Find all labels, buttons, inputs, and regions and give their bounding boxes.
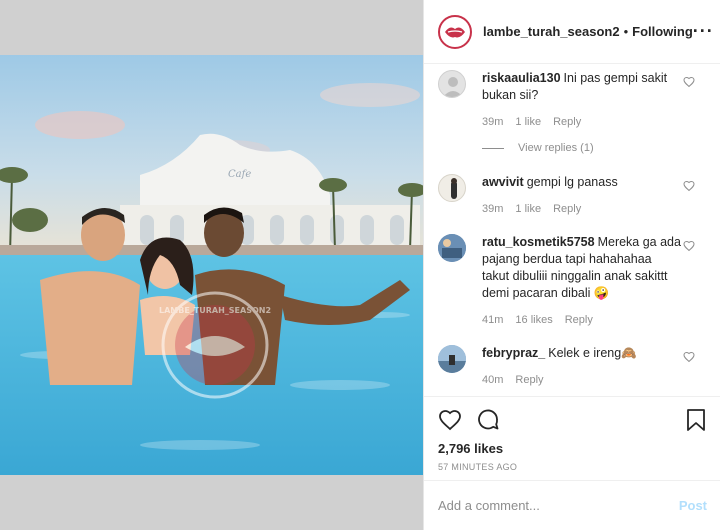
post-timestamp[interactable]: 57 MINUTES AGO [438, 462, 707, 472]
post-sidebar: lambe_turah_season2 • Following ··· risk… [423, 0, 720, 530]
reply-thread-line [482, 147, 504, 149]
comment-like-heart-icon[interactable] [683, 351, 695, 363]
follow-status-button[interactable]: Following [632, 24, 693, 39]
comment-time[interactable]: 40m [482, 372, 503, 389]
action-icon-row [438, 407, 707, 433]
post-comment-button[interactable]: Post [679, 498, 707, 513]
comment-body: febrypraz_ Kelek e ireng🙈 40m Reply [482, 345, 682, 389]
user-photo-icon [451, 178, 457, 199]
comment-icon[interactable] [476, 408, 500, 432]
reply-button[interactable]: Reply [565, 312, 593, 329]
comment-username[interactable]: febrypraz_ [482, 346, 545, 360]
commenter-avatar[interactable] [438, 345, 466, 373]
separator-dot: • [623, 24, 629, 39]
comment-time[interactable]: 39m [482, 201, 503, 218]
comment-like-heart-icon[interactable] [683, 180, 695, 192]
comment-item: awvivit gempi lg panass 39m 1 like Reply [438, 172, 707, 218]
instagram-post-modal: Cafe LAMBE_TURAH_SEASON2 lambe_turah_sea… [0, 0, 720, 530]
comment-item: ratu_kosmetik5758 Mereka ga ada pajang be… [438, 232, 707, 329]
comment-body: ratu_kosmetik5758 Mereka ga ada pajang be… [482, 234, 682, 329]
svg-text:LAMBE_TURAH_SEASON2: LAMBE_TURAH_SEASON2 [159, 306, 271, 315]
comment-item: riskaaulia130 Ini pas gempi sakit bukan s… [438, 68, 707, 131]
add-comment-input[interactable] [438, 498, 679, 513]
comment-body: riskaaulia130 Ini pas gempi sakit bukan s… [482, 70, 682, 131]
svg-text:Cafe: Cafe [228, 169, 251, 180]
view-replies-label: View replies (1) [518, 142, 594, 154]
heart-icon[interactable] [438, 408, 462, 432]
pool-scene-image: Cafe LAMBE_TURAH_SEASON2 [0, 55, 423, 475]
comment-text: Kelek e ireng🙈 [548, 346, 637, 360]
comment-time[interactable]: 41m [482, 312, 503, 329]
view-replies-button[interactable]: View replies (1) [482, 142, 707, 154]
comment-username[interactable]: riskaaulia130 [482, 71, 561, 85]
commenter-avatar[interactable] [438, 234, 466, 262]
comment-like-heart-icon[interactable] [683, 76, 695, 88]
default-user-icon [443, 77, 463, 97]
commenter-avatar[interactable] [438, 174, 466, 202]
reply-button[interactable]: Reply [553, 201, 581, 218]
commenter-avatar[interactable] [438, 70, 466, 98]
comment-time[interactable]: 39m [482, 114, 503, 131]
post-photo[interactable]: Cafe LAMBE_TURAH_SEASON2 [0, 55, 423, 475]
comment-username[interactable]: ratu_kosmetik5758 [482, 235, 595, 249]
reply-button[interactable]: Reply [515, 372, 543, 389]
post-header: lambe_turah_season2 • Following ··· [424, 0, 720, 64]
reply-button[interactable]: Reply [553, 114, 581, 131]
comment-meta: 39m 1 like Reply [482, 201, 682, 218]
comment-likes[interactable]: 1 like [515, 201, 541, 218]
likes-count[interactable]: 2,796 likes [438, 441, 707, 456]
comment-likes[interactable]: 1 like [515, 114, 541, 131]
account-avatar[interactable] [438, 14, 472, 49]
comment-item: febrypraz_ Kelek e ireng🙈 40m Reply [438, 343, 707, 389]
comments-list: riskaaulia130 Ini pas gempi sakit bukan s… [424, 64, 720, 396]
account-username[interactable]: lambe_turah_season2 [483, 24, 620, 39]
comment-text: gempi lg panass [526, 175, 618, 189]
comment-meta: 39m 1 like Reply [482, 114, 682, 131]
comment-composer: Post [424, 480, 720, 530]
bookmark-icon[interactable] [685, 408, 707, 432]
comment-body: awvivit gempi lg panass 39m 1 like Reply [482, 174, 682, 218]
comment-meta: 41m 16 likes Reply [482, 312, 682, 329]
more-horizontal-icon[interactable]: ··· [693, 21, 714, 42]
comment-meta: 40m Reply [482, 372, 682, 389]
comment-likes[interactable]: 16 likes [515, 312, 552, 329]
comment-like-heart-icon[interactable] [683, 240, 695, 252]
comment-username[interactable]: awvivit [482, 175, 524, 189]
lips-logo-icon [445, 27, 465, 37]
photo-pane: Cafe LAMBE_TURAH_SEASON2 [0, 0, 423, 530]
user-photo-icon [438, 234, 466, 262]
user-photo-icon [438, 345, 466, 373]
post-actions: 2,796 likes 57 MINUTES AGO [424, 396, 720, 480]
